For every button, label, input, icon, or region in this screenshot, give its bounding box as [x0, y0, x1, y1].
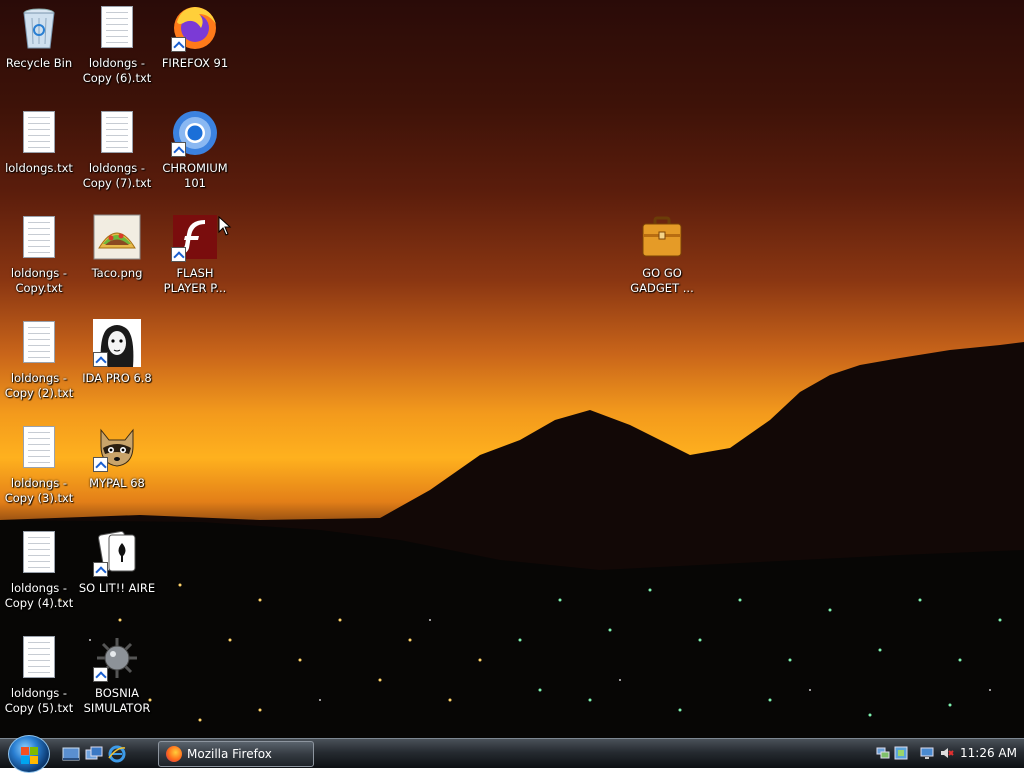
shortcut-arrow-icon: [171, 247, 186, 262]
icon-label: loldongs - Copy (6).txt: [82, 56, 152, 85]
shortcut-arrow-icon: [93, 667, 108, 682]
switch-windows-icon[interactable]: [85, 745, 103, 763]
recycle-bin-icon: [15, 4, 63, 52]
icon-label: Taco.png: [91, 266, 143, 280]
desktop-icon-firefox-91[interactable]: FIREFOX 91: [156, 4, 234, 71]
icon-label: loldongs - Copy (3).txt: [4, 476, 74, 505]
icon-label: MYPAL 68: [89, 476, 145, 490]
icon-label: GO GO GADGET ...: [630, 266, 694, 295]
text-file-icon: [15, 214, 63, 262]
firefox-icon: [171, 4, 219, 52]
desktop-icon-loldongs-copy-2[interactable]: loldongs - Copy (2).txt: [0, 319, 78, 401]
shortcut-arrow-icon: [93, 457, 108, 472]
desktop-icon-mypal-68[interactable]: MYPAL 68: [78, 424, 156, 491]
icon-label: loldongs - Copy.txt: [10, 266, 68, 295]
briefcase-icon: [638, 214, 686, 262]
start-orb-icon[interactable]: [8, 735, 50, 773]
desktop-icon-loldongs-copy-6[interactable]: loldongs - Copy (6).txt: [78, 4, 156, 86]
desktop-icon-bosnia-simulator[interactable]: BOSNIA SIMULATOR: [78, 634, 156, 716]
shortcut-arrow-icon: [93, 352, 108, 367]
ida-icon: [93, 319, 141, 367]
desktop-icon-loldongs-copy-4[interactable]: loldongs - Copy (4).txt: [0, 529, 78, 611]
desktop-icon-ida-pro[interactable]: IDA PRO 6.8: [78, 319, 156, 386]
text-file-icon: [15, 424, 63, 472]
taskbar-button-firefox[interactable]: Mozilla Firefox: [158, 741, 314, 767]
mine-icon: [93, 634, 141, 682]
desktop-icon-solitaire[interactable]: SO LIT!! AIRE: [78, 529, 156, 596]
shortcut-arrow-icon: [171, 142, 186, 157]
desktop-icon-taco[interactable]: Taco.png: [78, 214, 156, 281]
desktop-icon-recycle-bin[interactable]: Recycle Bin: [0, 4, 78, 71]
volume-muted-icon[interactable]: [940, 746, 954, 760]
text-file-icon: [15, 319, 63, 367]
icon-label: Recycle Bin: [5, 56, 73, 70]
text-file-icon: [15, 634, 63, 682]
icon-label: FLASH PLAYER P...: [163, 266, 227, 295]
mouse-cursor-icon: [218, 216, 232, 236]
display-icon[interactable]: [920, 746, 934, 760]
flash-icon: [171, 214, 219, 262]
icon-label: loldongs - Copy (7).txt: [82, 161, 152, 190]
taco-image-icon: [93, 214, 141, 262]
chromium-icon: [171, 109, 219, 157]
taskbar: Mozilla Firefox 11:26 AM: [0, 735, 1024, 773]
icon-label: loldongs - Copy (2).txt: [4, 371, 74, 400]
desktop[interactable]: Recycle Bin loldongs.txt loldongs - Copy…: [0, 0, 1024, 738]
icon-label: SO LIT!! AIRE: [78, 581, 156, 595]
network-icon[interactable]: [876, 746, 890, 760]
internet-explorer-icon[interactable]: [108, 745, 126, 763]
text-file-icon: [93, 109, 141, 157]
text-file-icon: [15, 529, 63, 577]
desktop-icon-chromium-101[interactable]: CHROMIUM 101: [156, 109, 234, 191]
icon-label: FIREFOX 91: [161, 56, 229, 70]
desktop-icon-loldongs[interactable]: loldongs.txt: [0, 109, 78, 176]
icon-label: loldongs - Copy (4).txt: [4, 581, 74, 610]
desktop-icon-loldongs-copy-5[interactable]: loldongs - Copy (5).txt: [0, 634, 78, 716]
icon-label: loldongs - Copy (5).txt: [4, 686, 74, 715]
desktop-icon-loldongs-copy-7[interactable]: loldongs - Copy (7).txt: [78, 109, 156, 191]
icon-label: IDA PRO 6.8: [82, 371, 152, 385]
text-file-icon: [93, 4, 141, 52]
desktop-icon-go-go-gadget[interactable]: GO GO GADGET ...: [623, 214, 701, 296]
desktop-icon-loldongs-copy[interactable]: loldongs - Copy.txt: [0, 214, 78, 296]
connection-icon[interactable]: [894, 746, 908, 760]
raccoon-icon: [93, 424, 141, 472]
shortcut-arrow-icon: [93, 562, 108, 577]
shortcut-arrow-icon: [171, 37, 186, 52]
icon-label: BOSNIA SIMULATOR: [83, 686, 151, 715]
show-desktop-icon[interactable]: [62, 745, 80, 763]
icon-label: loldongs.txt: [5, 161, 73, 175]
desktop-icon-loldongs-copy-3[interactable]: loldongs - Copy (3).txt: [0, 424, 78, 506]
text-file-icon: [15, 109, 63, 157]
clock[interactable]: 11:26 AM: [960, 739, 1017, 768]
firefox-icon: [166, 746, 182, 762]
cards-icon: [93, 529, 141, 577]
taskbar-button-label: Mozilla Firefox: [187, 747, 272, 761]
icon-label: CHROMIUM 101: [162, 161, 228, 190]
